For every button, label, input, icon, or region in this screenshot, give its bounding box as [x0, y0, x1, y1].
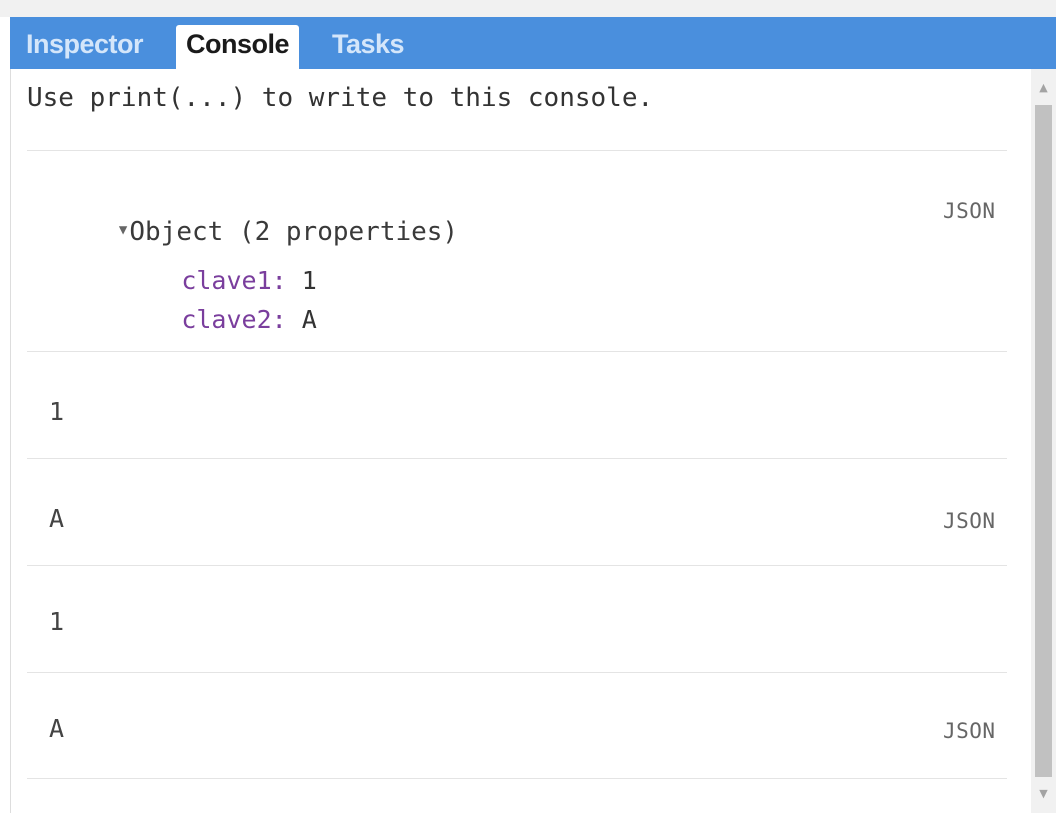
tab-inspector[interactable]: Inspector [26, 25, 144, 69]
code-editor-window: Inspector Console Tasks Use print(...) t… [0, 0, 1056, 813]
object-property: clave2: A [91, 276, 317, 363]
triangle-down-icon[interactable]: ▼ [119, 222, 127, 238]
property-key: clave2: [181, 305, 287, 334]
entry-separator [27, 778, 1007, 779]
top-strip [0, 0, 1056, 17]
entry-separator [27, 458, 1007, 459]
console-entry-value: A [49, 504, 65, 533]
arrow-up-icon[interactable]: ▲ [1031, 77, 1056, 99]
console-entry-value: 1 [49, 607, 65, 636]
console-entry-value: A [49, 714, 65, 743]
console-panel: Use print(...) to write to this console.… [10, 69, 1032, 813]
scrollbar-thumb[interactable] [1035, 105, 1052, 777]
property-value: A [301, 305, 317, 334]
json-link[interactable]: JSON [943, 719, 996, 743]
console-entry-value: 1 [49, 397, 65, 426]
tab-console[interactable]: Console [176, 25, 300, 69]
tab-tasks[interactable]: Tasks [332, 25, 405, 69]
tab-bar: Inspector Console Tasks [10, 17, 1056, 69]
json-link[interactable]: JSON [943, 199, 996, 223]
entry-separator [27, 565, 1007, 566]
console-intro-text: Use print(...) to write to this console. [27, 83, 654, 113]
entry-separator [27, 351, 1007, 352]
json-link[interactable]: JSON [943, 509, 996, 533]
vertical-scrollbar[interactable]: ▲ ▼ [1031, 69, 1056, 813]
entry-separator [27, 672, 1007, 673]
arrow-down-icon[interactable]: ▼ [1031, 783, 1056, 805]
entry-separator [27, 150, 1007, 151]
